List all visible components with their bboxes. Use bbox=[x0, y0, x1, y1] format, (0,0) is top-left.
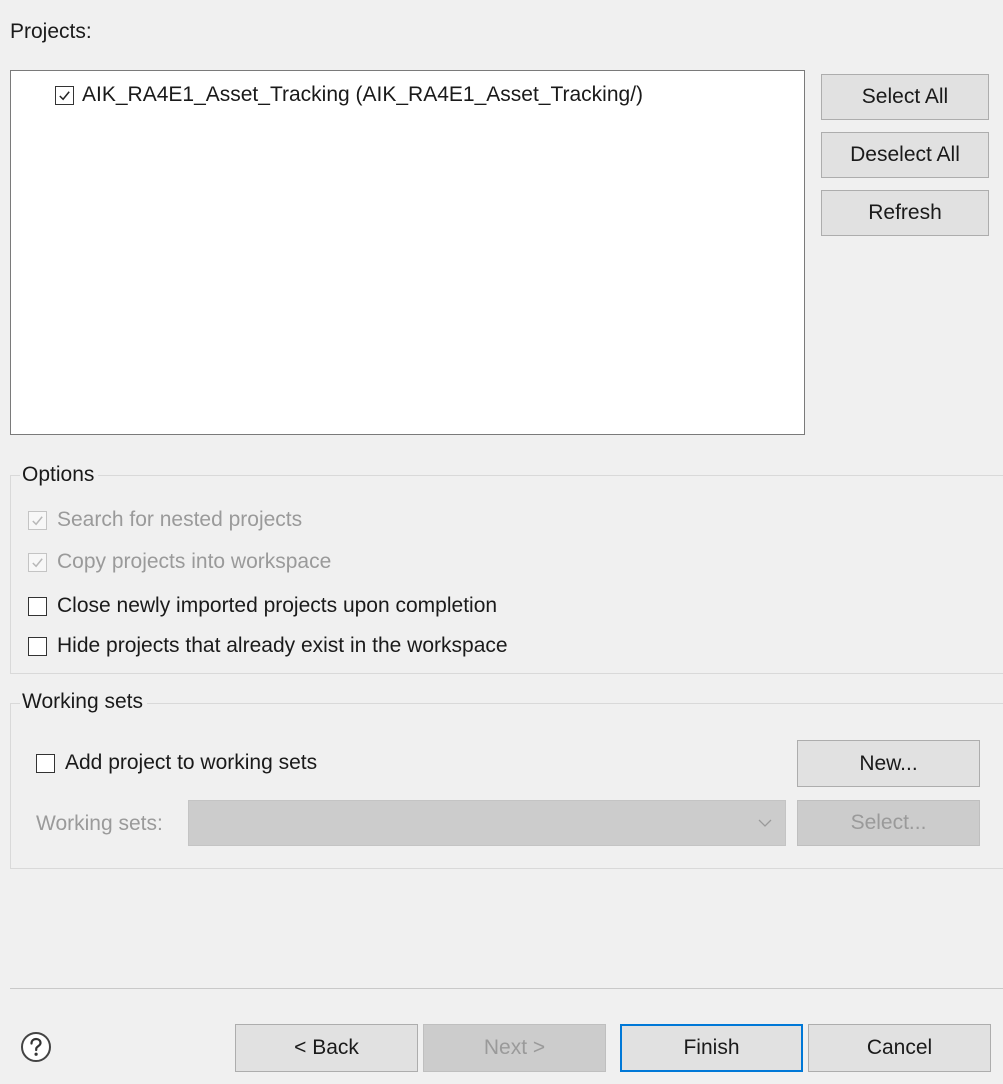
back-button[interactable]: < Back bbox=[235, 1024, 418, 1072]
chevron-down-icon bbox=[758, 819, 772, 827]
check-icon bbox=[59, 90, 70, 100]
search-nested-label: Search for nested projects bbox=[57, 508, 303, 531]
working-sets-combo[interactable] bbox=[188, 800, 786, 846]
cancel-button[interactable]: Cancel bbox=[808, 1024, 991, 1072]
select-working-sets-button[interactable]: Select... bbox=[797, 800, 980, 846]
projects-label: Projects: bbox=[10, 20, 92, 43]
project-item-label: AIK_RA4E1_Asset_Tracking (AIK_RA4E1_Asse… bbox=[82, 83, 644, 106]
projects-list[interactable]: AIK_RA4E1_Asset_Tracking (AIK_RA4E1_Asse… bbox=[10, 70, 805, 435]
options-group-border-top bbox=[10, 475, 1003, 476]
refresh-button[interactable]: Refresh bbox=[821, 190, 989, 236]
select-all-button[interactable]: Select All bbox=[821, 74, 989, 120]
finish-button[interactable]: Finish bbox=[620, 1024, 803, 1072]
working-sets-group-border-bottom bbox=[10, 868, 1003, 869]
footer-separator bbox=[10, 988, 1003, 989]
next-button[interactable]: Next > bbox=[423, 1024, 606, 1072]
hide-existing-label: Hide projects that already exist in the … bbox=[57, 634, 508, 657]
help-icon[interactable] bbox=[20, 1031, 52, 1063]
search-nested-checkbox[interactable] bbox=[28, 510, 47, 530]
project-checkbox[interactable] bbox=[55, 85, 74, 105]
hide-existing-checkbox[interactable] bbox=[28, 636, 47, 656]
add-to-working-sets-option[interactable]: Add project to working sets bbox=[36, 751, 317, 775]
working-sets-group-border-left bbox=[10, 703, 11, 868]
options-group-border-left bbox=[10, 475, 11, 673]
close-imported-checkbox[interactable] bbox=[28, 596, 47, 616]
project-list-item[interactable]: AIK_RA4E1_Asset_Tracking (AIK_RA4E1_Asse… bbox=[55, 83, 643, 107]
working-sets-group-border-top bbox=[10, 703, 1003, 704]
close-imported-label: Close newly imported projects upon compl… bbox=[57, 594, 498, 617]
options-group-border-bottom bbox=[10, 673, 1003, 674]
add-to-working-sets-label: Add project to working sets bbox=[65, 751, 318, 774]
options-group-title: Options bbox=[20, 463, 99, 487]
working-sets-label: Working sets: bbox=[36, 812, 163, 835]
close-imported-option[interactable]: Close newly imported projects upon compl… bbox=[28, 594, 497, 618]
check-icon bbox=[32, 515, 43, 525]
copy-into-workspace-checkbox[interactable] bbox=[28, 552, 47, 572]
new-working-set-button[interactable]: New... bbox=[797, 740, 980, 787]
working-sets-group-title: Working sets bbox=[20, 690, 147, 714]
add-to-working-sets-checkbox[interactable] bbox=[36, 753, 55, 773]
check-icon bbox=[32, 557, 43, 567]
copy-into-workspace-option[interactable]: Copy projects into workspace bbox=[28, 550, 331, 574]
deselect-all-button[interactable]: Deselect All bbox=[821, 132, 989, 178]
copy-into-workspace-label: Copy projects into workspace bbox=[57, 550, 332, 573]
search-nested-option[interactable]: Search for nested projects bbox=[28, 508, 302, 532]
hide-existing-option[interactable]: Hide projects that already exist in the … bbox=[28, 634, 508, 658]
